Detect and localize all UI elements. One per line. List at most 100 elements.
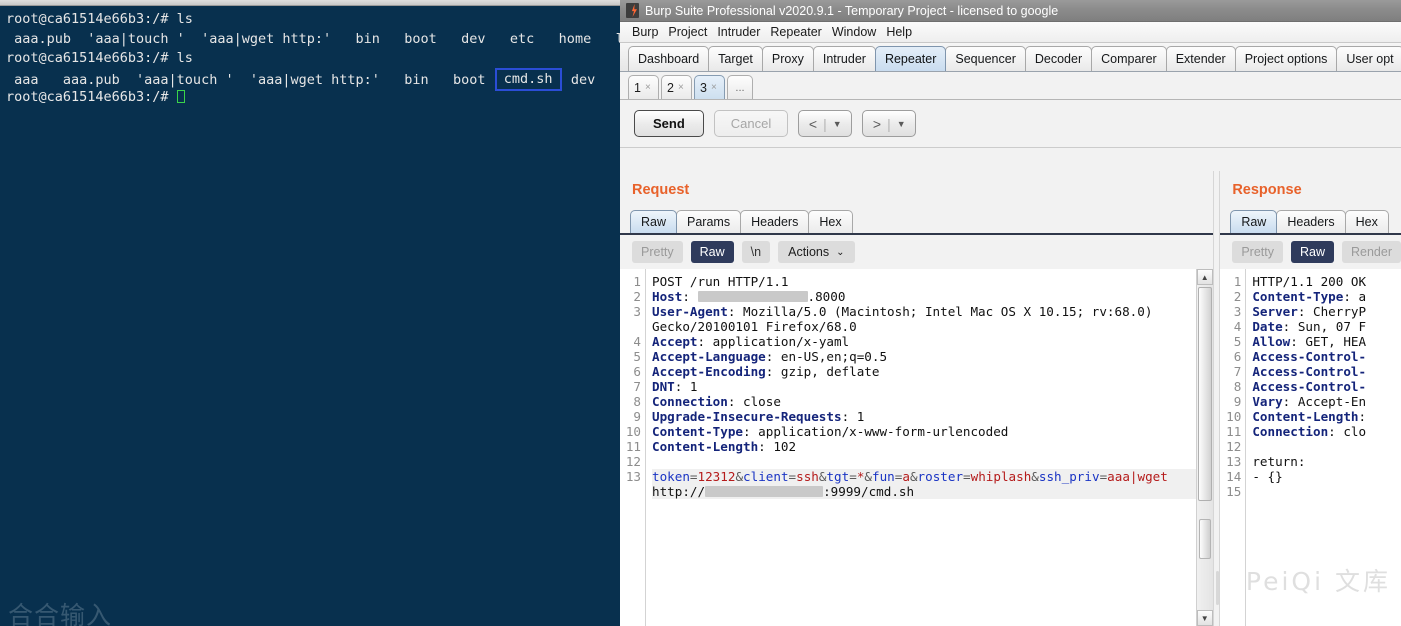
request-format-bar[interactable]: Pretty Raw \n Actions ⌄ [620,235,1213,269]
response-line-number: 9 [1233,394,1242,409]
request-code-line: DNT: 1 [652,379,1213,394]
response-editor[interactable]: 1 2 3 4 5 6 7 8 9 10 11 12 13 14 15 HTTP/1.1 200 OK Con… [1220,269,1401,626]
tab-repeater[interactable]: Repeater [874,46,947,71]
chevron-down-icon[interactable]: ▼ [833,119,842,129]
close-icon[interactable]: × [645,82,651,93]
response-view-tabs[interactable]: Raw Headers Hex [1220,209,1401,235]
request-code-line: http://:9999/cmd.sh [652,484,1213,499]
scrollbar-thumb-secondary[interactable] [1198,519,1211,559]
request-editor[interactable]: 1 2 3 4 5 6 7 8 9 10 11 12 13 POST /run HTTP/1.1 Host… [620,269,1213,626]
request-n-button[interactable]: \n [741,241,771,263]
send-button[interactable]: Send [634,110,704,137]
response-render-button[interactable]: Render [1342,241,1401,263]
request-raw-button[interactable]: Raw [690,241,734,263]
response-code-line: - {} [1252,469,1401,484]
back-button[interactable]: < | ▼ [798,110,853,137]
code-token: : Mozilla/5.0 (Macintosh; Intel Mac OS X… [727,304,1153,319]
code-token: Upgrade-Insecure-Requests [652,409,842,424]
response-panel-title: Response [1220,171,1401,209]
code-token: :9999/cmd.sh [823,484,915,499]
terminal-cursor [176,90,185,104]
repeater-tab-1[interactable]: 1 × [628,75,659,99]
tab-comparer[interactable]: Comparer [1091,46,1167,71]
tab-dashboard[interactable]: Dashboard [628,46,710,71]
request-line-number: 13 [625,469,641,484]
request-code-line: Content-Type: application/x-www-form-url… [652,424,1213,439]
response-tab-raw[interactable]: Raw [1230,210,1278,233]
chevron-left-icon: < [808,115,818,132]
terminal-window[interactable]: root@ca61514e66b3:/# ls aaa.pub 'aaa|tou… [0,0,620,626]
code-token: a [902,469,910,484]
response-line-number: 6 [1233,349,1242,364]
code-token: = [849,469,857,484]
code-token: = [963,469,971,484]
repeater-tabbar[interactable]: 1 × 2 × 3 ×... [620,72,1401,100]
menu-item-intruder[interactable]: Intruder [712,24,765,40]
response-panel: Response Raw Headers Hex Pretty Raw Render 1… [1220,171,1401,626]
burp-menubar[interactable]: Burp Project Intruder Repeater Window Help [620,22,1401,43]
response-tab-headers[interactable]: Headers [1276,210,1346,233]
code-token: : gzip, deflate [765,364,880,379]
close-icon[interactable]: × [678,82,684,93]
tab-proxy[interactable]: Proxy [761,46,814,71]
terminal-output[interactable]: root@ca61514e66b3:/# ls aaa.pub 'aaa|tou… [0,6,620,626]
tab-sequencer[interactable]: Sequencer [945,46,1026,71]
code-token: & [909,469,918,484]
response-line-number: 4 [1233,319,1242,334]
menu-item-burp[interactable]: Burp [627,24,663,40]
repeater-tab-2[interactable]: 2 × [661,75,692,99]
button-separator: | [887,115,891,132]
close-icon[interactable]: × [711,82,717,93]
terminal-prompt: root@ca61514e66b3:/# [6,89,177,106]
tab-target[interactable]: Target [708,46,763,71]
request-tab-headers[interactable]: Headers [740,210,810,233]
repeater-tab-label: 2 [667,80,674,95]
request-view-tabs[interactable]: Raw Params Headers Hex [620,209,1213,235]
request-tab-raw[interactable]: Raw [630,210,678,233]
menu-item-window[interactable]: Window [827,24,881,40]
forward-button[interactable]: > | ▼ [862,110,917,137]
repeater-tab-label: 1 [634,80,641,95]
burp-logo-icon [626,3,639,18]
menu-item-project[interactable]: Project [663,24,712,40]
code-token: : 1 [841,409,865,424]
code-token: : a [1343,289,1367,304]
repeater-tab-3[interactable]: 3 × [694,75,725,99]
response-line-number: 12 [1226,439,1242,454]
response-raw-button[interactable]: Raw [1290,241,1334,263]
menu-item-help[interactable]: Help [881,24,917,40]
request-vertical-scrollbar[interactable]: ▲ ▼ [1195,269,1213,626]
request-raw-text[interactable]: POST /run HTTP/1.1 Host: .8000 User-Agent:… [646,269,1213,626]
panel-splitter[interactable] [1212,171,1221,626]
tab-decoder[interactable]: Decoder [1024,46,1093,71]
cancel-button[interactable]: Cancel [713,110,789,137]
request-code-line: Connection: close [652,394,1213,409]
tab-project-options[interactable]: Project options [1234,46,1338,71]
request-pretty-button[interactable]: Pretty [632,241,683,263]
response-format-bar[interactable]: Pretty Raw Render [1220,235,1401,269]
request-tab-params[interactable]: Params [676,210,742,233]
response-pretty-button[interactable]: Pretty [1232,241,1283,263]
scrollbar-thumb[interactable] [1197,287,1212,501]
response-code-line [1252,439,1401,454]
repeater-tab-more[interactable]: ... [727,75,753,99]
code-token: Access-Control- [1252,379,1367,394]
request-line-numbers: 1 2 3 4 5 6 7 8 9 10 11 12 13 [620,269,646,626]
response-tab-hex[interactable]: Hex [1344,210,1389,233]
code-token: & [1031,469,1039,484]
burp-main-tabbar[interactable]: Dashboard Target Proxy Intruder Repeater Sequ… [620,43,1401,72]
tab-user-opt[interactable]: User opt [1336,46,1401,71]
request-actions-button[interactable]: Actions ⌄ [778,241,855,263]
menu-item-repeater[interactable]: Repeater [765,24,826,40]
scroll-down-icon[interactable]: ▼ [1196,610,1213,626]
code-token: fun [872,469,895,484]
redacted-text [697,291,808,302]
tab-extender[interactable]: Extender [1165,46,1236,71]
request-line-number [620,484,645,499]
chevron-down-icon[interactable]: ▼ [897,119,906,129]
code-token: Access-Control- [1252,364,1367,379]
request-tab-hex[interactable]: Hex [808,210,853,233]
scroll-up-icon[interactable]: ▲ [1196,269,1213,285]
response-raw-text[interactable]: HTTP/1.1 200 OK Content-Type: a Server: Ch… [1246,269,1401,626]
tab-intruder[interactable]: Intruder [812,46,876,71]
